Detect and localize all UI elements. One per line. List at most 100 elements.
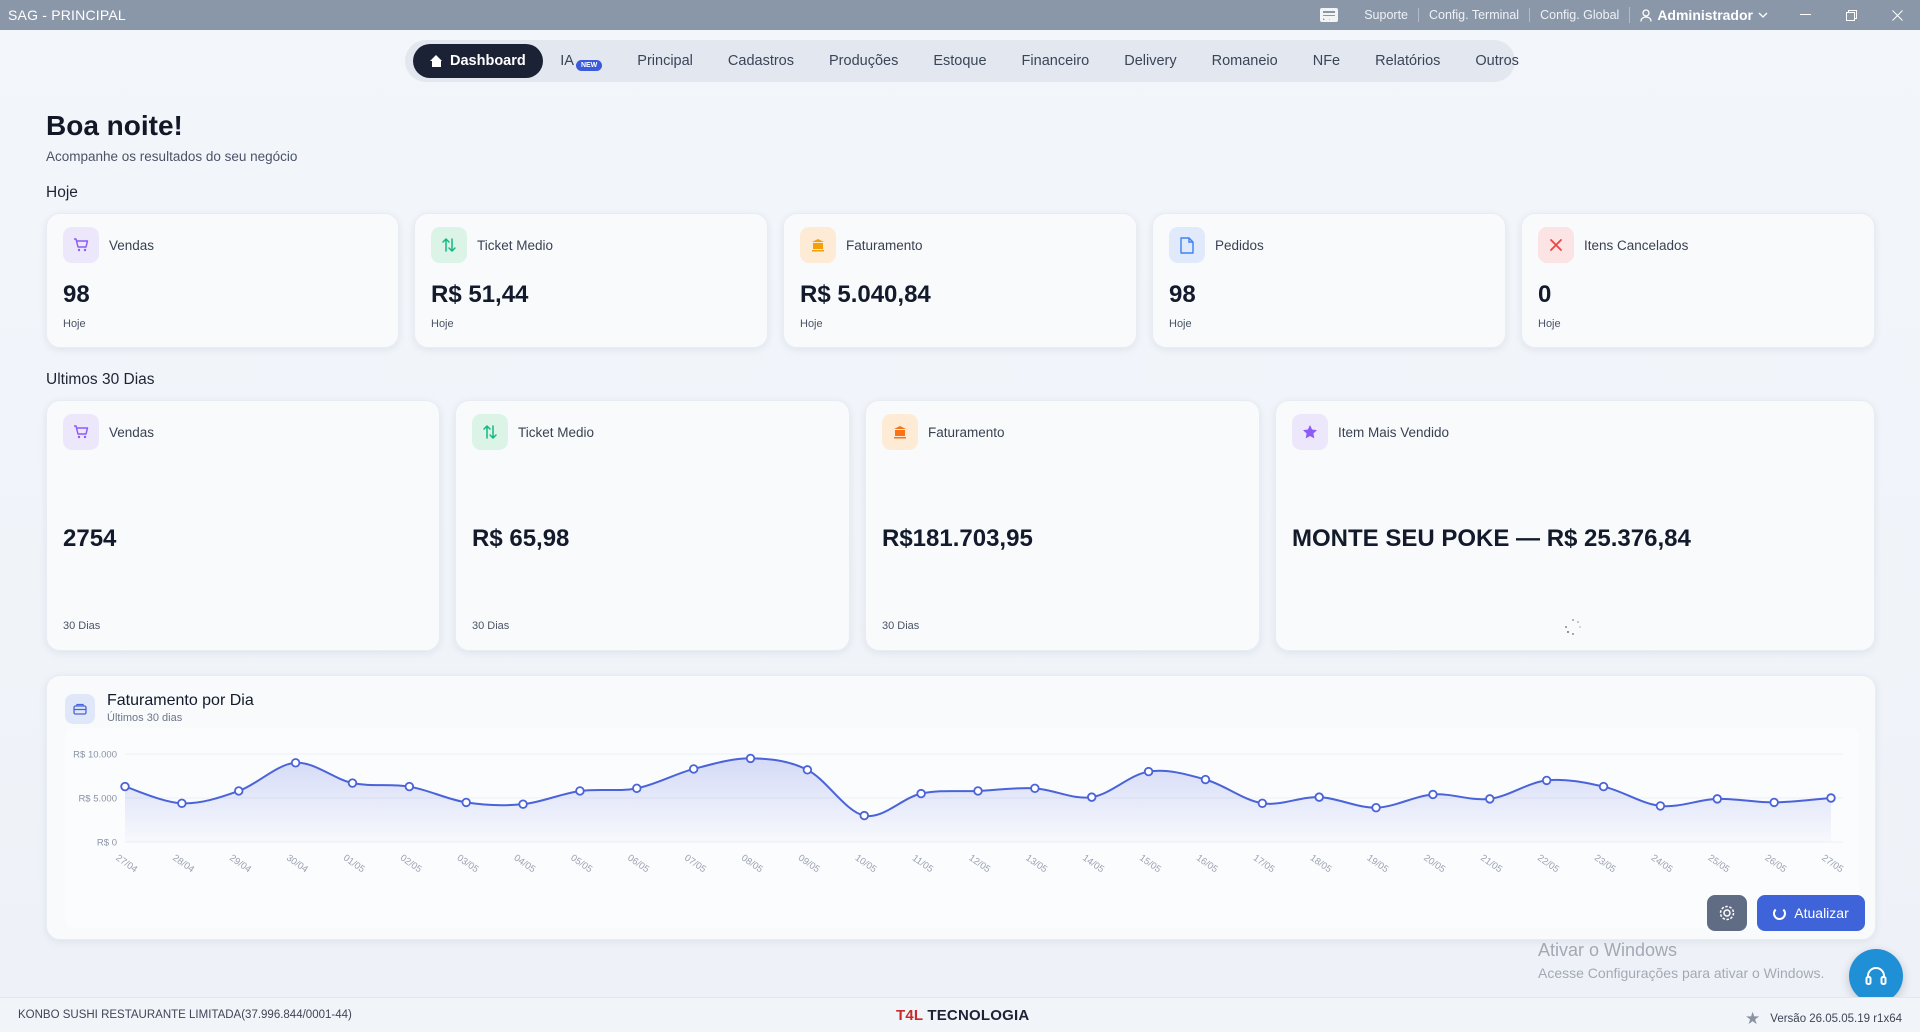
help-button[interactable] [1849, 949, 1903, 1003]
x-tick-label: 02/05 [398, 853, 424, 876]
chart-subtitle: Últimos 30 dias [107, 712, 183, 724]
data-point [177, 798, 187, 808]
main-nav: Dashboard IA NEW Principal Cadastros Pro… [405, 40, 1519, 82]
support-link[interactable]: Suporte [1354, 8, 1418, 22]
card-footer: Hoje [431, 318, 454, 330]
card-value: 2754 [63, 525, 117, 552]
card-footer: Hoje [63, 318, 86, 330]
card-30d-revenue: Faturamento R$181.703,95 30 Dias [865, 400, 1260, 651]
card-today-revenue: Faturamento R$ 5.040,84 Hoje [783, 213, 1137, 348]
card-footer: 30 Dias [882, 620, 920, 632]
data-point [1314, 792, 1324, 802]
nav-delivery[interactable]: Delivery [1107, 44, 1194, 78]
x-tick-label: 05/05 [568, 853, 594, 876]
x-tick-label: 06/05 [625, 853, 651, 876]
card-value: 98 [63, 281, 90, 308]
x-tick-label: 16/05 [1194, 853, 1220, 876]
card-value: 98 [1169, 281, 1196, 308]
terminal-config-link[interactable]: Config. Terminal [1418, 8, 1529, 22]
x-tick-label: 24/05 [1649, 853, 1675, 876]
minimize-button[interactable] [1782, 0, 1828, 30]
data-point [575, 786, 585, 796]
nav-romaneio[interactable]: Romaneio [1194, 44, 1295, 78]
series-area [125, 758, 1831, 842]
data-point [632, 783, 642, 794]
chat-icon[interactable] [1320, 8, 1339, 22]
nav-outros[interactable]: Outros [1458, 44, 1537, 78]
page-title: Boa noite! [46, 110, 183, 141]
x-tick-label: 27/04 [114, 853, 140, 876]
nav-relatorios[interactable]: Relatórios [1358, 44, 1458, 78]
x-tick-label: 13/05 [1023, 853, 1049, 876]
data-point [1598, 781, 1609, 792]
refresh-button[interactable]: Atualizar [1757, 895, 1865, 931]
x-tick-label: 14/05 [1080, 853, 1106, 876]
user-icon [1640, 8, 1652, 22]
headset-icon [1865, 967, 1887, 985]
data-point [1541, 775, 1552, 786]
cart-icon [63, 227, 99, 263]
x-tick-label: 17/05 [1251, 853, 1277, 876]
bank-icon [800, 227, 836, 263]
version-text: Versão 26.05.05.19 r1x64 [1770, 1013, 1902, 1025]
section-today-title: Hoje [46, 184, 78, 201]
data-point [688, 764, 699, 774]
close-button[interactable] [1874, 0, 1920, 30]
nav-principal[interactable]: Principal [620, 44, 711, 78]
x-tick-label: 07/05 [682, 853, 708, 876]
card-label: Vendas [109, 238, 155, 253]
window-title: SAG - PRINCIPAL [8, 7, 126, 23]
document-icon [1169, 227, 1205, 263]
data-point [1371, 802, 1381, 813]
x-tick-label: 27/05 [1820, 853, 1846, 876]
x-tick-label: 12/05 [967, 853, 993, 876]
card-today-orders: Pedidos 98 Hoje [1152, 213, 1506, 348]
card-footer: Hoje [1169, 318, 1192, 330]
status-bar: KONBO SUSHI RESTAURANTE LIMITADA(37.996.… [0, 997, 1920, 1032]
restore-button[interactable] [1828, 0, 1874, 30]
x-tick-label: 23/05 [1592, 853, 1618, 876]
chart-title: Faturamento por Dia [107, 692, 254, 709]
settings-button[interactable] [1707, 895, 1747, 931]
nav-estoque[interactable]: Estoque [916, 44, 1004, 78]
nav-ia[interactable]: IA NEW [543, 44, 620, 78]
close-icon [1538, 227, 1574, 263]
data-point [1200, 774, 1211, 785]
version-info: ★ Versão 26.05.05.19 r1x64 [1745, 1009, 1902, 1029]
card-value: R$181.703,95 [882, 525, 1033, 552]
card-30d-sales: Vendas 2754 30 Dias [46, 400, 440, 651]
brand-logo: T4L TECNOLOGIA [896, 1007, 1030, 1024]
data-point [518, 799, 528, 809]
nav-cadastros[interactable]: Cadastros [710, 44, 811, 78]
card-today-cancelled: Itens Cancelados 0 Hoje [1521, 213, 1875, 348]
global-config-link[interactable]: Config. Global [1529, 8, 1629, 22]
chevron-down-icon [1758, 12, 1768, 18]
data-point [859, 810, 869, 821]
nav-producoes[interactable]: Produções [812, 44, 916, 78]
data-point [916, 788, 926, 799]
data-point [1826, 793, 1836, 803]
nav-nfe[interactable]: NFe [1295, 44, 1357, 78]
card-footer: 30 Dias [472, 620, 510, 632]
data-point [234, 786, 244, 796]
x-tick-label: 22/05 [1535, 853, 1561, 876]
data-point [745, 753, 756, 764]
favorite-star-icon[interactable]: ★ [1745, 1009, 1760, 1029]
data-point [1143, 766, 1154, 777]
data-point [1712, 794, 1722, 804]
nav-dashboard[interactable]: Dashboard [413, 44, 543, 78]
nav-financeiro[interactable]: Financeiro [1004, 44, 1107, 78]
data-point [290, 758, 301, 768]
card-value: R$ 51,44 [431, 281, 529, 308]
data-point [973, 786, 983, 796]
y-tick-label: R$ 10.000 [73, 750, 117, 761]
company-name: KONBO SUSHI RESTAURANTE LIMITADA(37.996.… [18, 1009, 352, 1021]
close-window-icon [1891, 9, 1903, 21]
user-menu[interactable]: Administrador [1629, 7, 1782, 23]
star-icon [1292, 414, 1328, 450]
gear-icon [1719, 905, 1735, 921]
x-tick-label: 26/05 [1763, 853, 1789, 876]
data-point [461, 797, 471, 808]
nav-ia-label: IA [560, 53, 574, 69]
chart-area: R$ 0 R$ 5.000 R$ 10.000 27/04 28/04 29/04 30/0… [65, 728, 1859, 928]
